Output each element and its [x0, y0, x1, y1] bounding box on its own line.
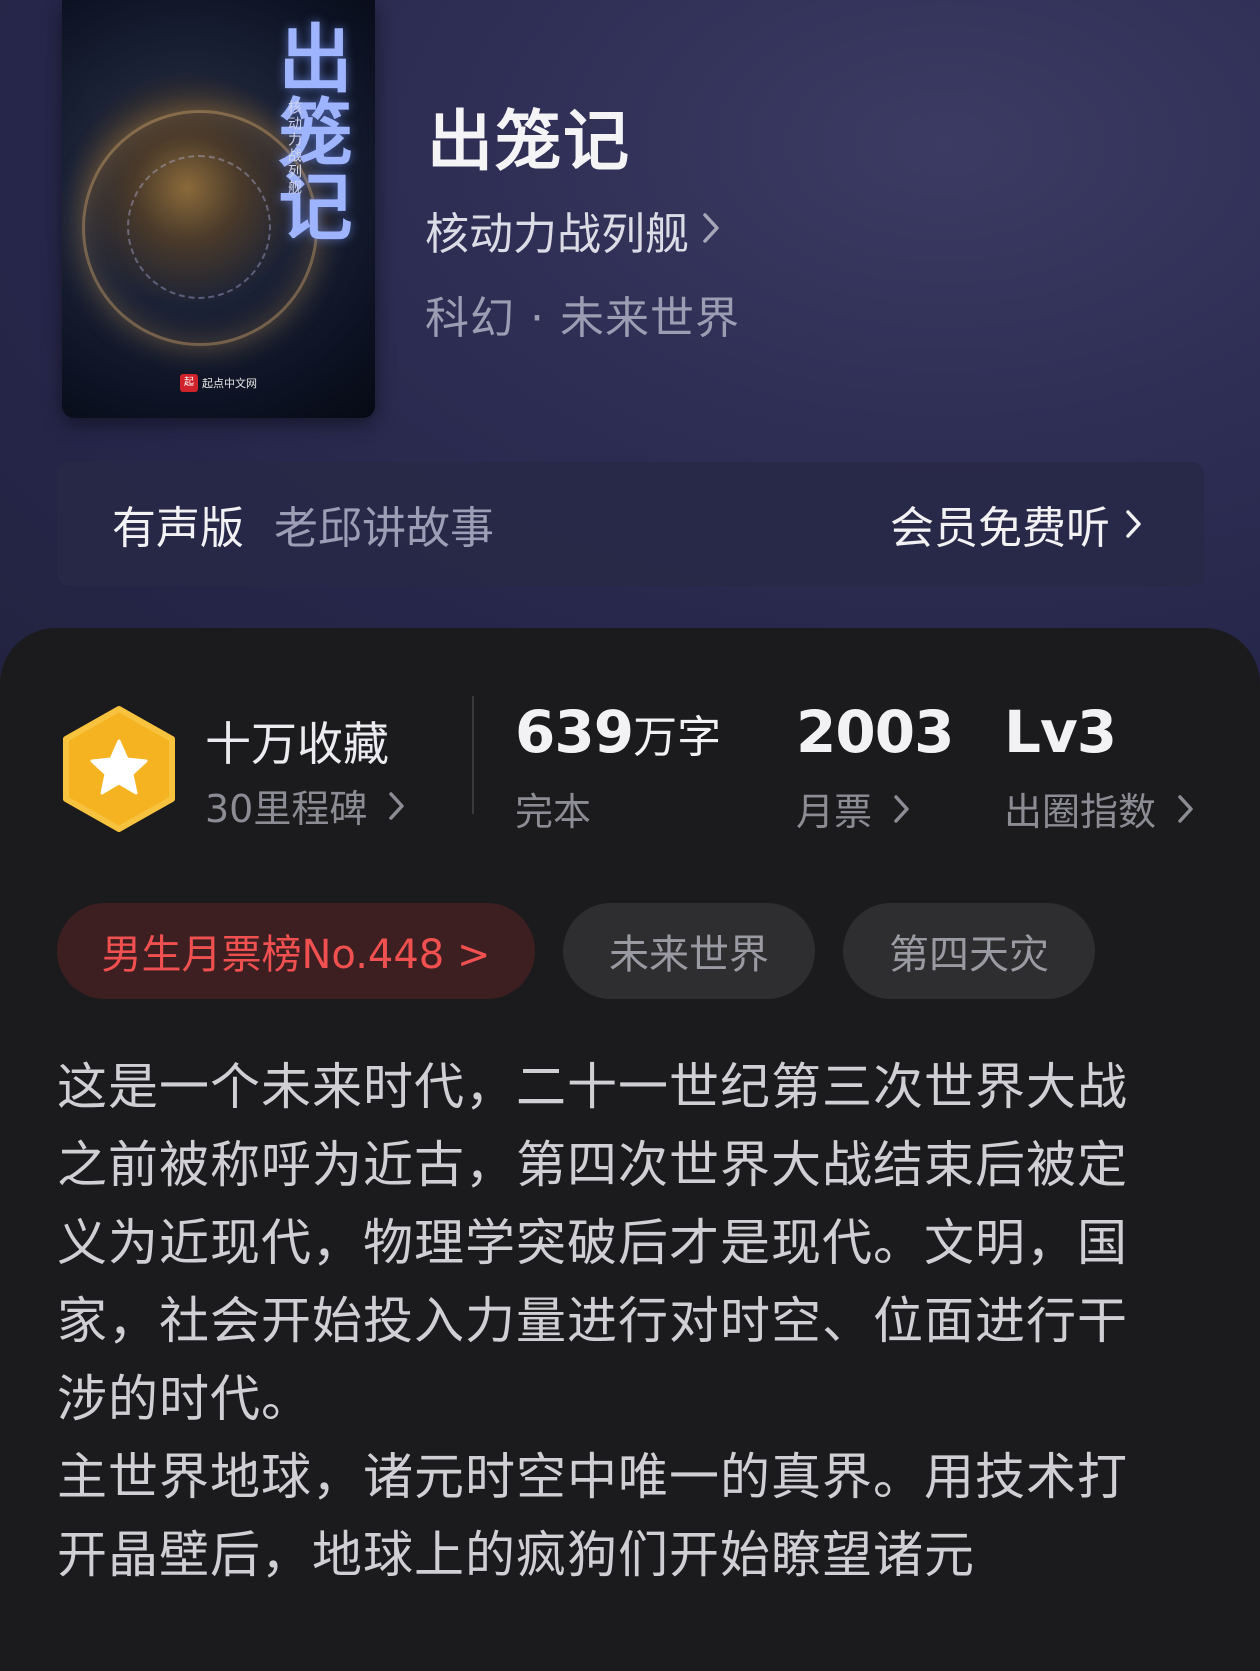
- chevron-right-icon: [894, 794, 909, 823]
- milestone-link[interactable]: 30里程碑: [205, 778, 407, 833]
- author-name: 核动力战列舰: [425, 209, 689, 260]
- cover-title: 出笼记: [266, 20, 352, 242]
- tag-fourth-calamity[interactable]: 第四天灾: [843, 903, 1095, 999]
- chevron-right-icon: [1178, 794, 1193, 823]
- monthly-ticket-link[interactable]: 月票: [796, 781, 912, 836]
- member-free-listen-button[interactable]: 会员免费听: [890, 492, 1144, 556]
- book-cover[interactable]: 出笼记 核动力战列舰 起 起点中文网: [62, 0, 375, 418]
- milestone-label: 30里程碑: [205, 787, 368, 831]
- popularity-index-label: 出圈指数: [1004, 790, 1157, 834]
- collection-title: 十万收藏: [205, 717, 389, 771]
- genre-tags: 科幻 · 未来世界: [425, 293, 740, 344]
- tag-future-world[interactable]: 未来世界: [563, 903, 815, 999]
- audio-narrator: 老邱讲故事: [274, 503, 494, 554]
- word-count-unit: 万字: [633, 712, 722, 763]
- completion-status: 完本: [515, 790, 592, 834]
- word-count: 639万字: [515, 698, 721, 766]
- popularity-index-link[interactable]: 出圈指数: [1004, 781, 1196, 836]
- cover-publisher: 起 起点中文网: [180, 372, 257, 394]
- audio-label: 有声版: [112, 503, 244, 554]
- book-title: 出笼记: [427, 102, 631, 180]
- author-link[interactable]: 核动力战列舰: [425, 198, 723, 262]
- cover-author: 核动力战列舰: [286, 100, 302, 196]
- publisher-name: 起点中文网: [202, 377, 257, 390]
- monthly-rank-tag[interactable]: 男生月票榜No.448 >: [57, 903, 535, 999]
- star-hexagon-icon[interactable]: [60, 705, 178, 833]
- popularity-level: Lv3: [1004, 698, 1117, 766]
- stats-divider: [472, 696, 474, 814]
- word-count-number: 639: [515, 698, 634, 766]
- chevron-right-icon: [701, 205, 723, 256]
- book-synopsis[interactable]: 这是一个未来时代，二十一世纪第三次世界大战之前被称呼为近古，第四次世界大战结束后…: [57, 1048, 1177, 1594]
- audio-version-bar[interactable]: 有声版 老邱讲故事 会员免费听: [57, 462, 1204, 586]
- monthly-ticket-label: 月票: [796, 790, 873, 834]
- monthly-ticket-count: 2003: [796, 698, 954, 766]
- publisher-logo-icon: 起: [180, 374, 198, 392]
- chevron-right-icon: [1126, 510, 1141, 538]
- cover-art-inner-ring: [127, 155, 271, 299]
- member-free-listen-label: 会员免费听: [890, 503, 1110, 554]
- chevron-right-icon: [389, 791, 405, 820]
